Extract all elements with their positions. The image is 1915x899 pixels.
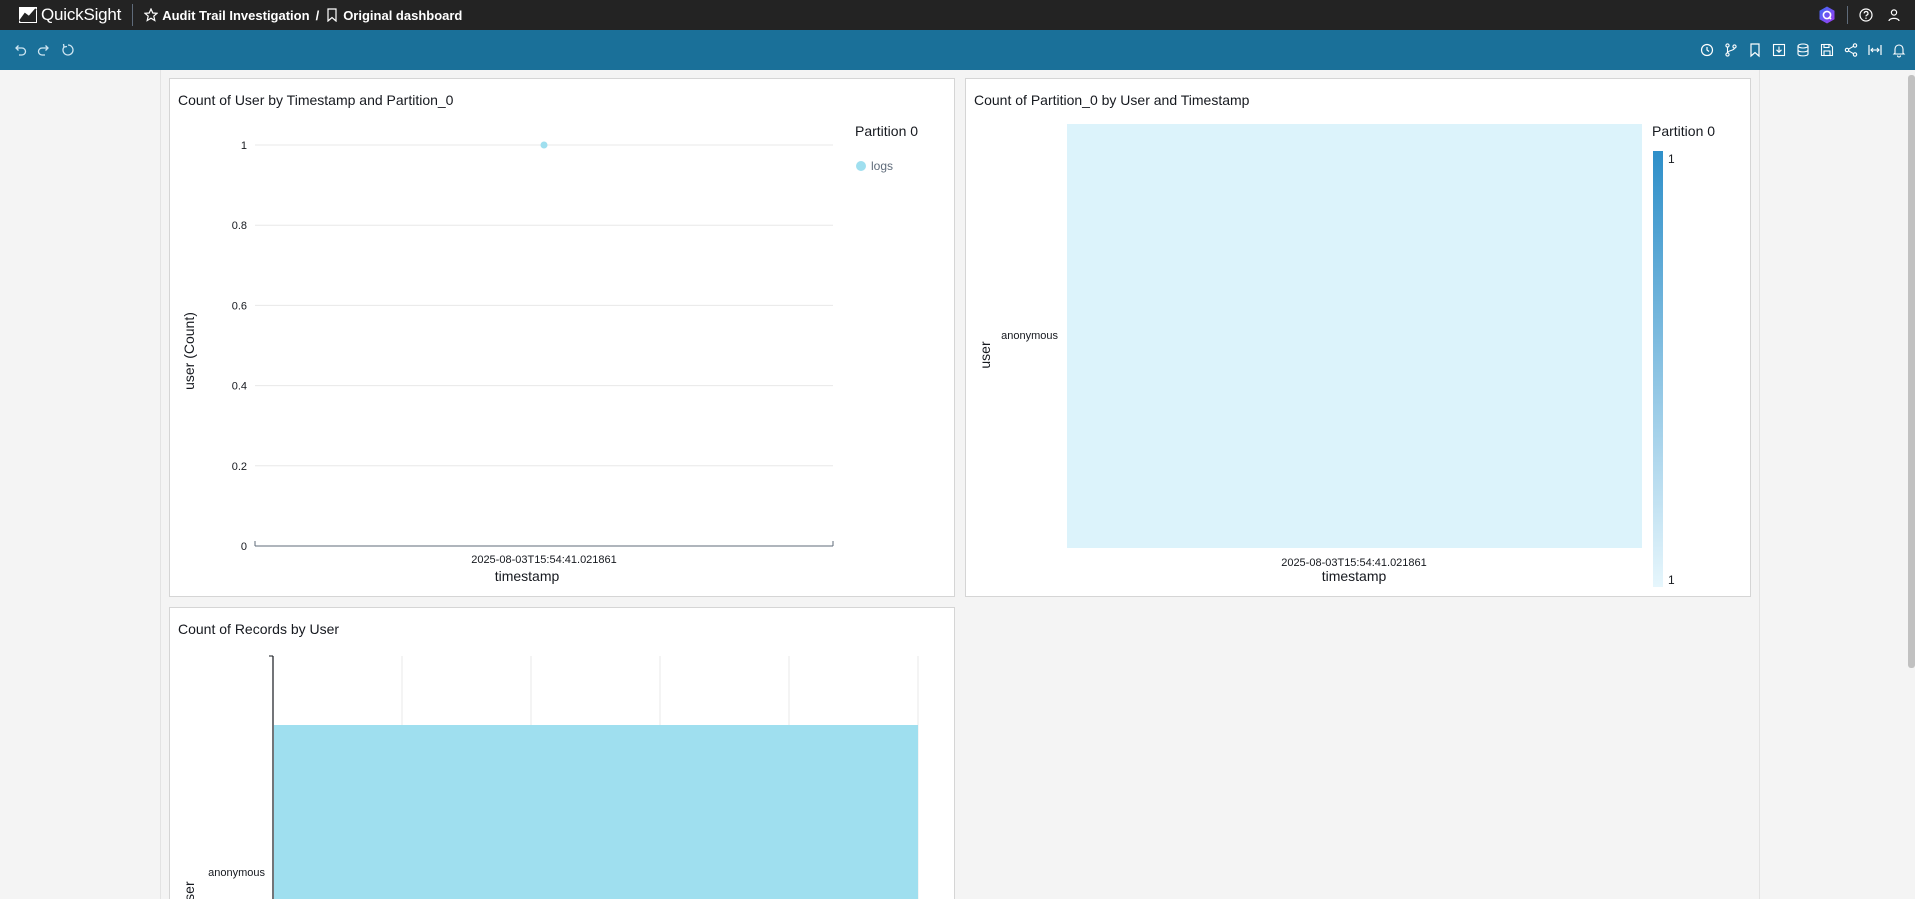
legend-item-logs[interactable]: logs (871, 159, 893, 173)
quicksight-logo-icon (19, 7, 37, 23)
bar-anonymous[interactable] (274, 725, 918, 899)
x-axis-title: timestamp (1322, 568, 1387, 584)
share-icon[interactable] (1843, 42, 1859, 58)
y-tick-labels: 1 0.8 0.6 0.4 0.2 0 (232, 140, 247, 553)
y-tick-label: 0.2 (232, 461, 247, 473)
color-scale-min: 1 (1668, 573, 1675, 587)
breadcrumb-separator: / (315, 7, 320, 23)
breadcrumb: Audit Trail Investigation / Original das… (144, 8, 462, 23)
app-name: QuickSight (41, 5, 122, 24)
quicksight-logo[interactable]: QuickSight (19, 0, 121, 30)
heat-cell[interactable] (1067, 124, 1642, 548)
star-icon[interactable] (144, 8, 159, 22)
data-point[interactable] (540, 141, 548, 149)
legend-marker-logs (856, 161, 866, 171)
bookmark-icon (325, 8, 339, 22)
redo-icon[interactable] (36, 42, 52, 58)
legend-title: Partition 0 (855, 123, 918, 139)
top-right-actions (1818, 0, 1915, 30)
breadcrumb-analysis[interactable]: Audit Trail Investigation (162, 8, 309, 23)
analysis-toolbar (0, 30, 1915, 70)
breadcrumb-dashboard[interactable]: Original dashboard (343, 8, 462, 23)
y-category-label: anonymous (1001, 330, 1058, 342)
line-chart-svg: 1 0.8 0.6 0.4 0.2 0 2025-08-03T15:54:41.02186… (181, 123, 918, 584)
x-tick-label: 2025-08-03T15:54:41.021861 (471, 554, 617, 566)
download-icon[interactable] (1771, 42, 1787, 58)
y-gridlines (255, 144, 833, 467)
history-icon[interactable] (1699, 42, 1715, 58)
y-tick-label: 0.8 (232, 220, 247, 232)
user-icon[interactable] (1887, 8, 1901, 22)
bell-icon[interactable] (1891, 42, 1907, 58)
save-icon[interactable] (1819, 42, 1835, 58)
undo-icon[interactable] (12, 42, 28, 58)
q-badge-icon[interactable] (1818, 6, 1836, 24)
top-navigation-bar: QuickSight Audit Trail Investigation / O… (0, 0, 1915, 30)
top-right-divider (1847, 6, 1848, 24)
visual-bar-chart[interactable]: Count of Records by User anonymous user (169, 607, 955, 899)
reset-icon[interactable] (60, 42, 76, 58)
y-tick-label: 0 (241, 541, 247, 553)
bookmark-toolbar-icon[interactable] (1747, 42, 1763, 58)
bar-chart-svg: anonymous user (181, 655, 919, 899)
vertical-scrollbar[interactable] (1908, 75, 1915, 668)
toolbar-left (12, 42, 84, 58)
x-axis-title: timestamp (495, 568, 560, 584)
branch-icon[interactable] (1723, 42, 1739, 58)
y-tick-label: 0.4 (232, 381, 247, 393)
y-tick-label: 0.6 (232, 300, 247, 312)
legend-title: Partition 0 (1652, 123, 1715, 139)
y-category-label: anonymous (208, 867, 265, 879)
dataset-icon[interactable] (1795, 42, 1811, 58)
toolbar-right (1699, 30, 1915, 70)
y-axis-title: user (Count) (181, 312, 197, 390)
visual-line-chart[interactable]: Count of User by Timestamp and Partition… (169, 78, 955, 597)
y-axis-title: user (977, 341, 993, 369)
heat-map-svg: anonymous 2025-08-03T15:54:41.021861 tim… (977, 123, 1715, 587)
y-axis-title: user (181, 881, 197, 899)
top-divider (132, 4, 134, 26)
y-tick-label: 1 (241, 140, 247, 152)
help-icon[interactable] (1859, 8, 1873, 22)
visual-heat-map[interactable]: Count of Partition_0 by User and Timesta… (965, 78, 1751, 597)
color-scale-max: 1 (1668, 152, 1675, 166)
fit-width-icon[interactable] (1867, 42, 1883, 58)
color-scale-bar (1653, 151, 1663, 587)
series-points (540, 141, 548, 149)
